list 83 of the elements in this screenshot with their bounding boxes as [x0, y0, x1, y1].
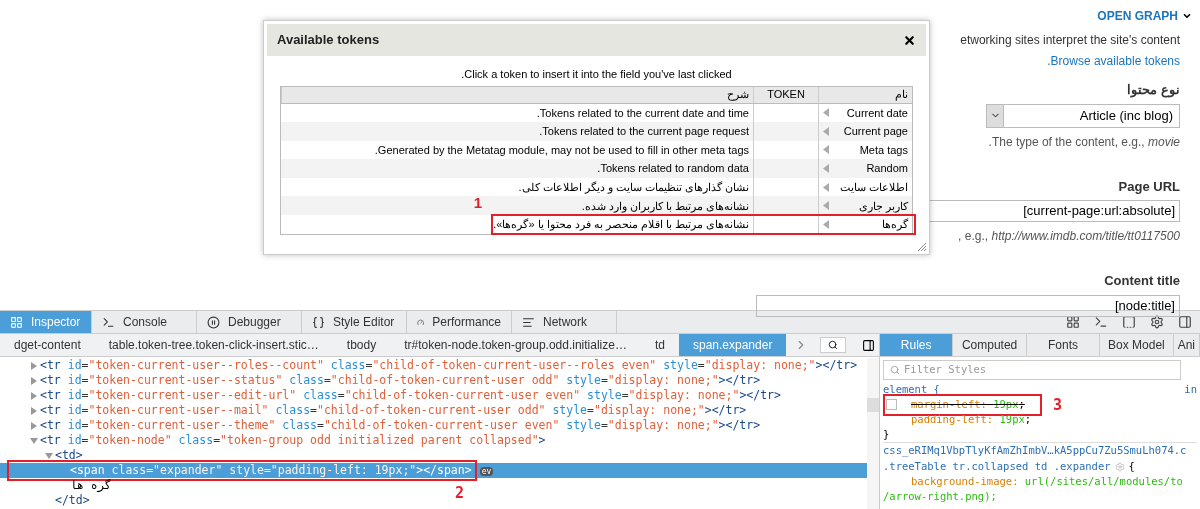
- token-group-name[interactable]: گره‌ها: [882, 216, 908, 233]
- stylesheet-link[interactable]: css_eRIMq1VbpTlyKfAmZhImbV…kA5ppCu7Zu5SmuLh074.c: [883, 443, 1187, 459]
- sidebar-tab[interactable]: Box Model: [1100, 334, 1174, 356]
- token-group-name[interactable]: Current page: [843, 123, 908, 140]
- inspector-icon: [10, 315, 23, 329]
- breadcrumb[interactable]: td: [640, 334, 679, 356]
- devtools-tab[interactable]: Network: [512, 311, 617, 333]
- close-icon[interactable]: [903, 33, 916, 47]
- network-icon: [522, 315, 535, 329]
- field-label: Content title: [1104, 272, 1180, 290]
- sidebar-tab[interactable]: Fonts: [1026, 334, 1101, 356]
- closing-brace: }: [883, 427, 891, 442]
- dock-icon[interactable]: [1178, 315, 1192, 329]
- declaration-checkbox[interactable]: [886, 399, 897, 410]
- field-help: , e.g., http://www.imdb.com/title/tt0117500: [958, 228, 1180, 245]
- expanded-arrow-icon[interactable]: [30, 436, 38, 445]
- token-description: .Tokens related to random data: [597, 161, 749, 177]
- column-header: شرح: [281, 86, 753, 103]
- sidebar-tab[interactable]: Ani: [1173, 334, 1200, 356]
- console-icon: [102, 315, 115, 329]
- annotation-number: 2: [455, 484, 465, 502]
- section-intro: etworking sites interpret the site's content: [960, 32, 1180, 49]
- css-selector: .treeTable tr.collapsed td .expander: [883, 458, 1111, 474]
- section-title[interactable]: OPEN GRAPH: [1097, 7, 1178, 25]
- token-group-name[interactable]: Random: [866, 160, 908, 177]
- text-input[interactable]: [node:title]: [756, 294, 1180, 317]
- collapsed-arrow-icon[interactable]: [30, 391, 38, 400]
- layout-icon[interactable]: [1066, 315, 1080, 329]
- rule-source[interactable]: in: [1184, 381, 1197, 398]
- token-description: .Tokens related to the current page request: [539, 124, 749, 140]
- caret-icon: [1182, 11, 1192, 21]
- scrollbar[interactable]: [867, 358, 879, 509]
- search-button[interactable]: [820, 337, 847, 353]
- collapsed-arrow-icon[interactable]: [30, 376, 38, 385]
- css-declaration[interactable]: padding-left: 19px;: [911, 411, 1032, 428]
- devtools-tab[interactable]: Console: [92, 311, 197, 333]
- event-badge[interactable]: ev: [479, 466, 494, 476]
- column-header: نام: [818, 86, 912, 103]
- css-value-continuation: /arrow-right.png);: [883, 489, 998, 504]
- token-group-name[interactable]: Meta tags: [859, 141, 908, 159]
- search-icon: [890, 365, 900, 375]
- token-group-name[interactable]: Current date: [846, 104, 908, 122]
- brace: {: [1128, 458, 1135, 474]
- responsive-icon[interactable]: [1122, 315, 1136, 329]
- collapsed-arrow-icon[interactable]: [30, 421, 38, 430]
- sidebar-toggle-icon[interactable]: [862, 338, 876, 352]
- dialog-title: Available tokens: [277, 31, 380, 50]
- split-console-icon[interactable]: [1094, 315, 1108, 329]
- css-declaration[interactable]: margin-left: 19px;: [911, 396, 1025, 413]
- sidebar-tab[interactable]: Computed: [953, 334, 1027, 356]
- collapsed-arrow-icon[interactable]: [30, 406, 38, 415]
- pause-icon: [207, 315, 220, 329]
- annotation-number: 3: [1053, 396, 1063, 414]
- field-label: نوع محتوا: [1127, 81, 1180, 100]
- content-type-select[interactable]: Article (inc blog): [986, 103, 1180, 128]
- field-label: Page URL: [1118, 177, 1180, 196]
- dialog-instruction: .Click a token to insert it into the field you've last clicked: [460, 67, 733, 82]
- column-header: TOKEN: [753, 86, 818, 103]
- settings-icon[interactable]: [1150, 315, 1164, 329]
- token-description: نشانه‌های مرتبط با اقلام منحصر به فرد محتوا یا «گره‌ها».: [493, 217, 749, 233]
- annotation-number: 1: [473, 194, 482, 212]
- breadcrumb[interactable]: dget-content: [0, 334, 95, 356]
- expanded-arrow-icon[interactable]: [45, 451, 53, 460]
- breadcrumb[interactable]: table.token-tree.token-click-insert.stic…: [94, 334, 333, 356]
- gear-icon[interactable]: [1114, 461, 1125, 472]
- token-description: .Tokens related to the current date and time: [536, 105, 749, 121]
- search-icon: [828, 340, 839, 350]
- token-group-name[interactable]: کاربر جاری: [858, 197, 908, 214]
- token-description: نشانه‌های مرتبط با کاربران وارد شده.: [581, 198, 749, 214]
- resize-grip-icon[interactable]: [917, 242, 926, 251]
- devtools-tab[interactable]: Performance: [407, 311, 512, 333]
- breadcrumb[interactable]: tbody: [332, 334, 391, 356]
- devtools-tab[interactable]: Style Editor: [302, 311, 407, 333]
- token-group-name[interactable]: اطلاعات سایت: [839, 178, 908, 196]
- field-help: .The type of the content, e.g., movie: [988, 133, 1180, 151]
- browse-tokens-link[interactable]: .Browse available tokens: [1047, 52, 1180, 70]
- devtools-tab[interactable]: Debugger: [197, 311, 302, 333]
- braces-icon: [312, 315, 325, 329]
- collapsed-arrow-icon[interactable]: [30, 361, 38, 370]
- text-input[interactable]: [current-page:url:absolute]: [928, 200, 1180, 222]
- token-description: .Generated by the Metatag module, may not be used to fill in other meta tags: [374, 142, 749, 158]
- token-description: نشان گذارهای تنظیمات سایت و دیگر اطلاعات کلی.: [518, 179, 749, 196]
- breadcrumb[interactable]: tr#token-node.token-group.odd.initialize…: [390, 334, 641, 356]
